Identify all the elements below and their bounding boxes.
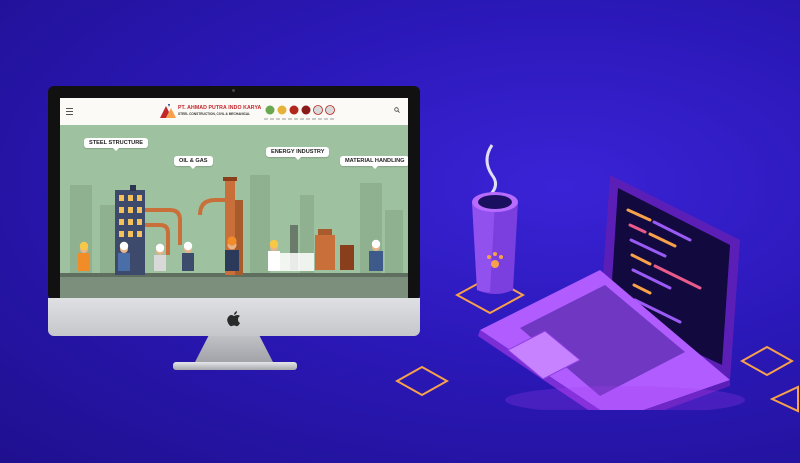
label-oil-gas[interactable]: OIL & GAS	[174, 156, 213, 169]
website-screen: PT. AHMAD PUTRA INDO KARYA STEEL CONSTRU…	[60, 98, 408, 298]
webcam	[232, 89, 235, 92]
monitor-stand	[194, 336, 274, 364]
certification-caption	[264, 118, 336, 120]
hamburger-icon[interactable]	[66, 108, 73, 115]
monitor-bezel: PT. AHMAD PUTRA INDO KARYA STEEL CONSTRU…	[48, 86, 420, 300]
laptop-illustration	[478, 175, 745, 410]
label-steel-structure[interactable]: STEEL STRUCTURE	[84, 138, 148, 151]
brand-name: PT. AHMAD PUTRA INDO KARYA	[178, 105, 262, 111]
search-icon[interactable]	[394, 107, 400, 113]
label-material-handling[interactable]: MATERIAL HANDLING	[340, 156, 408, 169]
apple-logo-icon	[227, 311, 240, 327]
monitor-base	[173, 362, 297, 370]
hero-banner: STEEL STRUCTURE OIL & GAS ENERGY INDUSTR…	[60, 125, 408, 298]
site-header: PT. AHMAD PUTRA INDO KARYA STEEL CONSTRU…	[60, 98, 408, 126]
certification-badges	[265, 105, 335, 115]
company-logo[interactable]	[160, 104, 176, 118]
iso-tile-decoration	[395, 365, 449, 397]
brand-tagline: STEEL CONSTRUCTION, CIVIL & MECHANICAL	[178, 112, 251, 116]
label-energy-industry[interactable]: ENERGY INDUSTRY	[266, 147, 330, 160]
